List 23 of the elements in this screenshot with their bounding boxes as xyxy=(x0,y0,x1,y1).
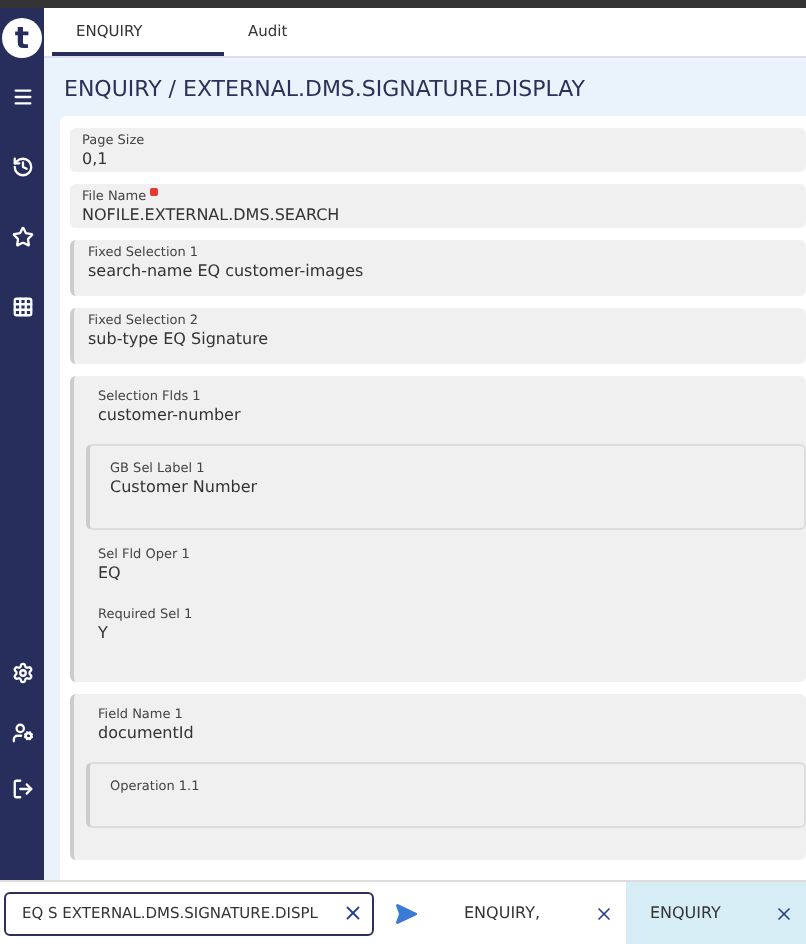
clear-icon[interactable] xyxy=(342,901,364,923)
field-value: Y xyxy=(98,624,110,642)
field-value: documentId xyxy=(98,724,196,742)
field-value: search-name EQ customer-images xyxy=(88,262,366,280)
page-title: ENQUIRY / EXTERNAL.DMS.SIGNATURE.DISPLAY xyxy=(64,76,588,102)
field-value: EQ xyxy=(98,564,123,582)
app-logo: t xyxy=(2,18,42,58)
open-tab[interactable]: ENQUIRY xyxy=(625,882,806,944)
star-icon[interactable] xyxy=(11,226,33,248)
menu-icon[interactable] xyxy=(11,86,33,108)
close-icon[interactable] xyxy=(774,903,794,923)
send-icon[interactable] xyxy=(394,901,418,925)
user-settings-icon[interactable] xyxy=(11,722,33,744)
history-icon[interactable] xyxy=(11,156,33,178)
settings-icon[interactable] xyxy=(11,662,33,684)
logout-icon[interactable] xyxy=(11,778,33,800)
field-value: Customer Number xyxy=(110,478,260,496)
field-value: NOFILE.EXTERNAL.DMS.SEARCH xyxy=(82,206,342,224)
field-value: sub-type EQ Signature xyxy=(88,330,271,348)
grid-icon[interactable] xyxy=(11,296,33,318)
field-value: 0,1 xyxy=(82,150,110,168)
close-icon[interactable] xyxy=(593,903,614,923)
field-value: customer-number xyxy=(98,406,243,424)
